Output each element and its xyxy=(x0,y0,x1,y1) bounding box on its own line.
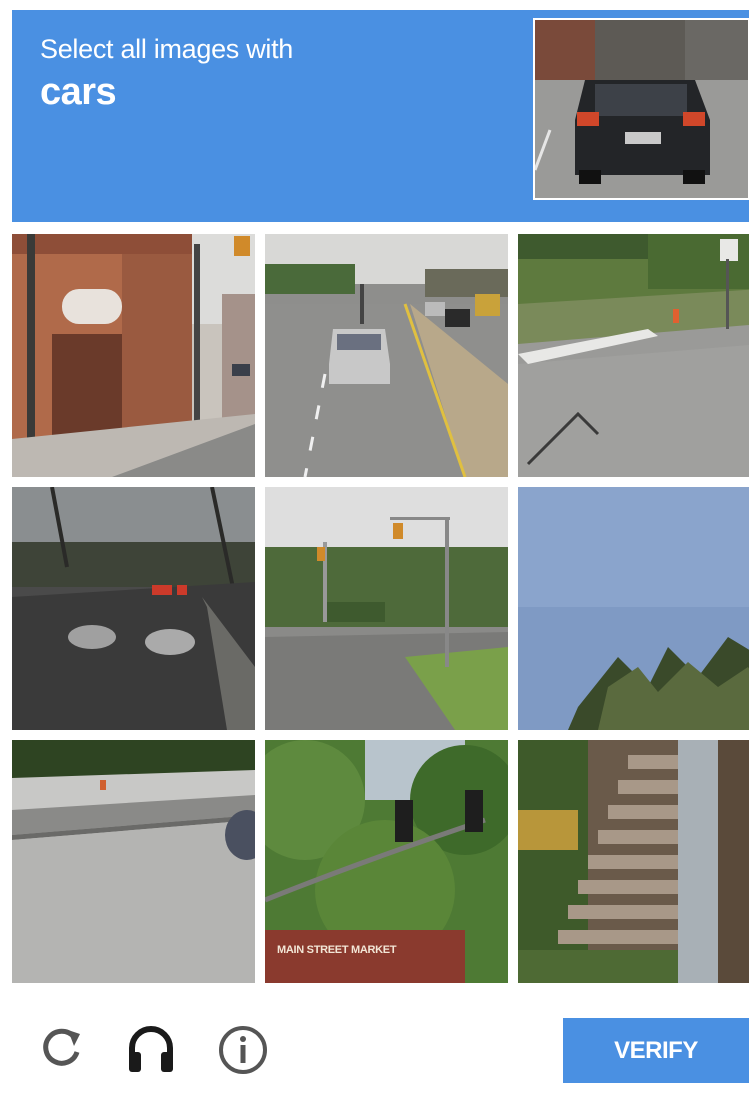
image-tile-6[interactable] xyxy=(518,487,749,730)
challenge-prompt: Select all images with cars xyxy=(40,34,293,112)
image-tile-2[interactable] xyxy=(265,234,508,477)
challenge-header: Select all images with cars xyxy=(12,10,749,222)
market-sign-text: MAIN STREET MARKET xyxy=(277,944,397,956)
target-object-text: cars xyxy=(40,71,117,113)
image-tile-4[interactable] xyxy=(12,487,255,730)
verify-button[interactable]: VERIFY xyxy=(563,1018,749,1083)
reload-icon[interactable] xyxy=(34,1022,88,1076)
image-tile-1[interactable] xyxy=(12,234,255,477)
instruction-text: Select all images with xyxy=(40,34,294,64)
image-tile-8[interactable]: MAIN STREET MARKET xyxy=(265,740,508,983)
image-tile-5[interactable] xyxy=(265,487,508,730)
image-tile-7[interactable] xyxy=(12,740,255,983)
image-tile-3[interactable] xyxy=(518,234,749,477)
image-grid: MAIN STREET MARKET xyxy=(12,234,749,983)
sample-image xyxy=(533,18,749,200)
info-icon[interactable] xyxy=(216,1022,270,1076)
sample-car-image xyxy=(535,20,748,198)
image-tile-9[interactable] xyxy=(518,740,749,983)
challenge-footer: VERIFY xyxy=(0,990,749,1093)
audio-icon[interactable] xyxy=(124,1022,178,1076)
